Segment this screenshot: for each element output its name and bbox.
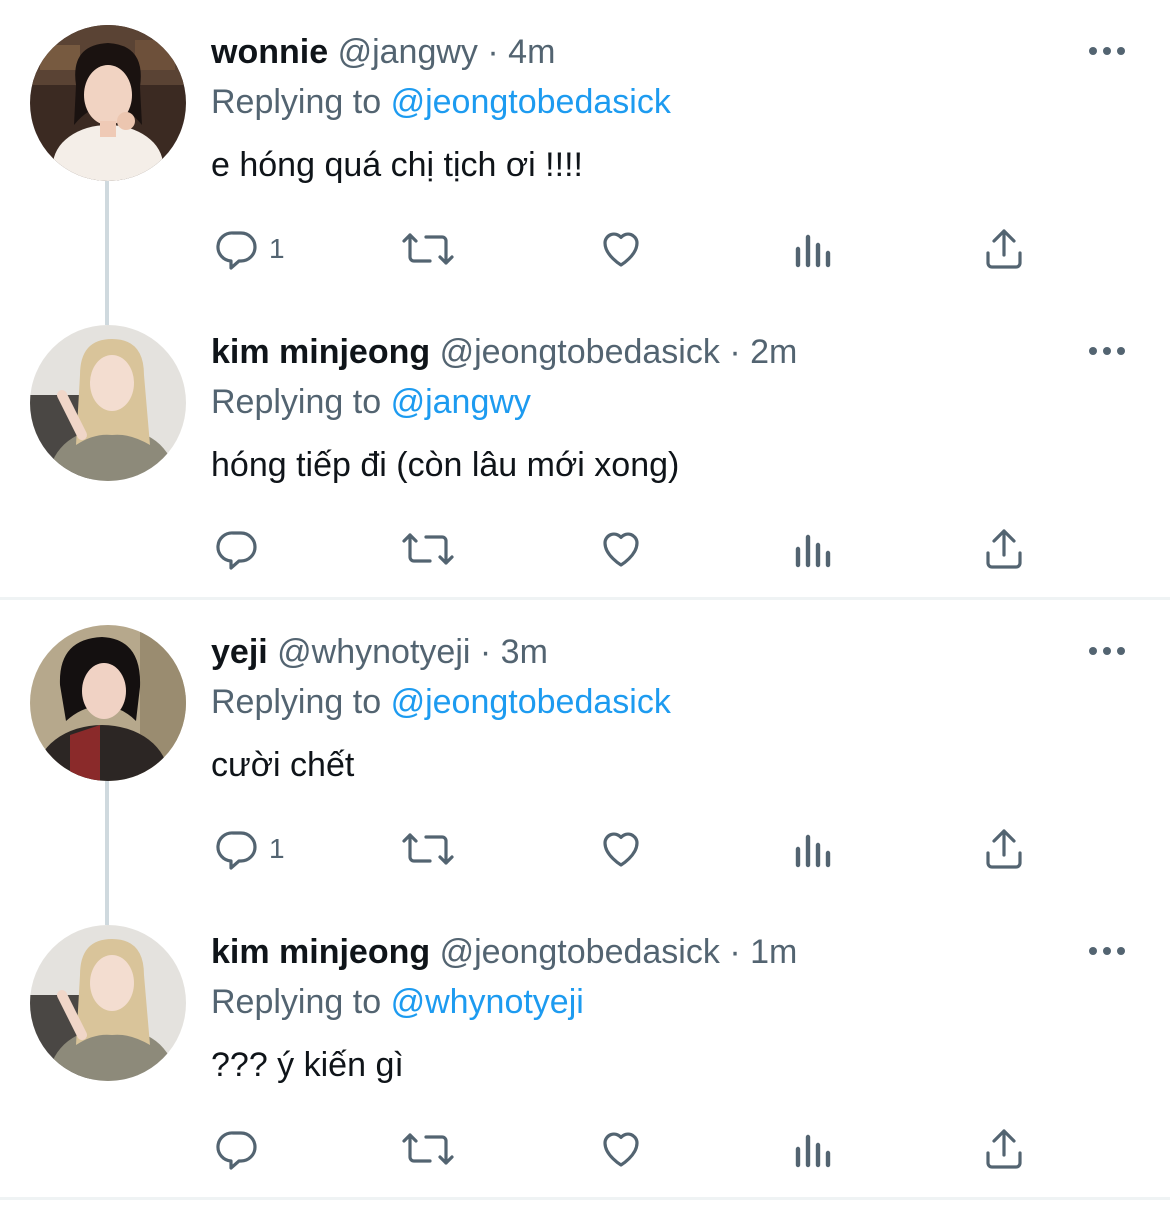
- separator: ·: [479, 633, 492, 671]
- tweet[interactable]: yeji @whynotyeji · 3m Replying to @jeong…: [0, 600, 1170, 925]
- reply-icon: [216, 531, 257, 570]
- avatar[interactable]: [30, 925, 186, 1081]
- tweet[interactable]: wonnie @jangwy · 4m Replying to @jeongto…: [0, 0, 1170, 325]
- retweet-button[interactable]: [400, 222, 456, 276]
- mention-link[interactable]: @whynotyeji: [391, 983, 584, 1021]
- views-button[interactable]: [790, 1122, 834, 1176]
- timestamp[interactable]: 1m: [750, 933, 797, 971]
- reply-icon: [216, 231, 257, 270]
- mention-link[interactable]: @jeongtobedasick: [391, 683, 671, 721]
- share-button[interactable]: [980, 222, 1028, 276]
- display-name[interactable]: kim minjeong: [211, 333, 430, 371]
- action-bar: 1: [0, 222, 1170, 276]
- tweet-text: hóng tiếp đi (còn lâu mới xong): [211, 446, 680, 484]
- tweet[interactable]: kim minjeong @jeongtobedasick · 1m Reply…: [0, 900, 1170, 1200]
- avatar-minjeong-icon: [30, 925, 186, 1081]
- retweet-icon: [402, 533, 454, 565]
- replying-to: Replying to @jangwy: [211, 382, 531, 422]
- retweet-button[interactable]: [400, 822, 456, 876]
- replying-to: Replying to @whynotyeji: [211, 982, 584, 1022]
- timestamp[interactable]: 3m: [501, 633, 548, 671]
- reply-icon: [216, 831, 257, 870]
- like-button[interactable]: [597, 522, 645, 576]
- separator: ·: [487, 33, 499, 71]
- share-button[interactable]: [980, 522, 1028, 576]
- timestamp[interactable]: 4m: [508, 33, 555, 71]
- avatar[interactable]: [30, 25, 186, 181]
- views-button[interactable]: [790, 822, 834, 876]
- replying-to: Replying to @jeongtobedasick: [211, 82, 671, 122]
- tweet-header: wonnie @jangwy · 4m: [211, 32, 555, 72]
- like-icon: [603, 232, 639, 267]
- like-button[interactable]: [597, 822, 645, 876]
- views-icon: [795, 534, 831, 568]
- reply-button[interactable]: [213, 522, 269, 576]
- more-options-icon[interactable]: [1085, 336, 1129, 366]
- reply-button[interactable]: [213, 1122, 269, 1176]
- retweet-icon: [402, 233, 454, 265]
- handle[interactable]: @whynotyeji: [277, 633, 470, 671]
- like-icon: [603, 832, 639, 867]
- separator: ·: [729, 933, 741, 971]
- tweet-text: ??? ý kiến gì: [211, 1046, 404, 1084]
- share-icon: [986, 829, 1022, 869]
- display-name[interactable]: wonnie: [211, 33, 328, 71]
- avatar-yeji-icon: [30, 625, 186, 781]
- action-bar: 1: [0, 822, 1170, 876]
- mention-link[interactable]: @jangwy: [391, 383, 531, 421]
- reply-button[interactable]: 1: [213, 822, 285, 876]
- replying-label: Replying to: [211, 983, 382, 1021]
- timestamp[interactable]: 2m: [750, 333, 797, 371]
- views-button[interactable]: [790, 522, 834, 576]
- more-options-icon[interactable]: [1085, 936, 1129, 966]
- separator: ·: [729, 333, 741, 371]
- tweet[interactable]: kim minjeong @jeongtobedasick · 2m Reply…: [0, 300, 1170, 600]
- display-name[interactable]: yeji: [211, 633, 268, 671]
- like-icon: [603, 532, 639, 567]
- conversation-divider: [0, 1197, 1170, 1200]
- avatar[interactable]: [30, 625, 186, 781]
- share-button[interactable]: [980, 822, 1028, 876]
- tweet-header: yeji @whynotyeji · 3m: [211, 632, 548, 672]
- views-icon: [795, 1134, 831, 1168]
- retweet-button[interactable]: [400, 1122, 456, 1176]
- retweet-icon: [402, 833, 454, 865]
- replying-label: Replying to: [211, 683, 382, 721]
- reply-button[interactable]: 1: [213, 222, 285, 276]
- replying-label: Replying to: [211, 383, 382, 421]
- share-button[interactable]: [980, 1122, 1028, 1176]
- replying-label: Replying to: [211, 83, 382, 121]
- action-bar: [0, 1122, 1170, 1176]
- display-name[interactable]: kim minjeong: [211, 933, 430, 971]
- action-bar: [0, 522, 1170, 576]
- more-options-icon[interactable]: [1085, 636, 1129, 666]
- views-button[interactable]: [790, 222, 834, 276]
- handle[interactable]: @jangwy: [338, 33, 478, 71]
- tweet-header: kim minjeong @jeongtobedasick · 2m: [211, 332, 797, 372]
- tweet-header: kim minjeong @jeongtobedasick · 1m: [211, 932, 797, 972]
- avatar-minjeong-icon: [30, 325, 186, 481]
- handle[interactable]: @jeongtobedasick: [440, 933, 720, 971]
- reply-count: 1: [269, 833, 285, 864]
- share-icon: [986, 529, 1022, 569]
- retweet-icon: [402, 1133, 454, 1165]
- like-icon: [603, 1132, 639, 1167]
- share-icon: [986, 229, 1022, 269]
- mention-link[interactable]: @jeongtobedasick: [391, 83, 671, 121]
- avatar[interactable]: [30, 325, 186, 481]
- views-icon: [795, 834, 831, 868]
- tweet-text: cười chết: [211, 746, 355, 784]
- replying-to: Replying to @jeongtobedasick: [211, 682, 671, 722]
- avatar-wonnie-icon: [30, 25, 186, 181]
- reply-icon: [216, 1131, 257, 1170]
- like-button[interactable]: [597, 222, 645, 276]
- retweet-button[interactable]: [400, 522, 456, 576]
- views-icon: [795, 234, 831, 268]
- like-button[interactable]: [597, 1122, 645, 1176]
- handle[interactable]: @jeongtobedasick: [440, 333, 720, 371]
- tweet-text: e hóng quá chị tịch ơi !!!!: [211, 146, 583, 184]
- share-icon: [986, 1129, 1022, 1169]
- reply-count: 1: [269, 233, 285, 264]
- more-options-icon[interactable]: [1085, 36, 1129, 66]
